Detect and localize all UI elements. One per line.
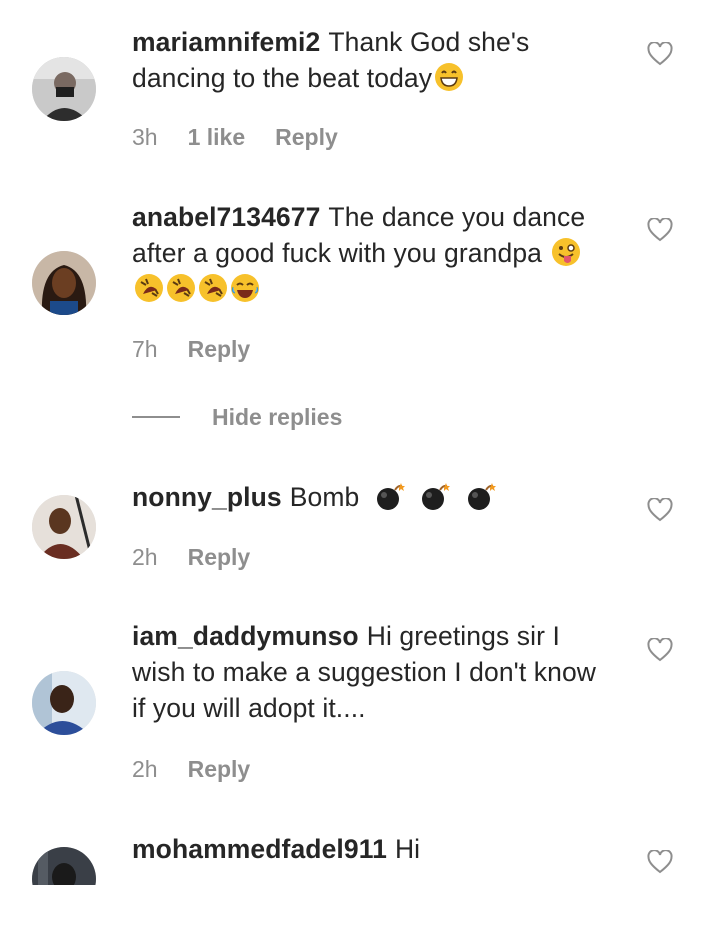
comment-body: Hi [394,834,421,864]
comment-text: mohammedfadel911 Hi [132,831,612,867]
heart-outline-icon[interactable] [647,850,673,874]
comment-username[interactable]: mohammedfadel911 [132,834,387,864]
comment-item: mohammedfadel911 Hi [0,0,720,885]
avatar[interactable] [32,847,96,885]
